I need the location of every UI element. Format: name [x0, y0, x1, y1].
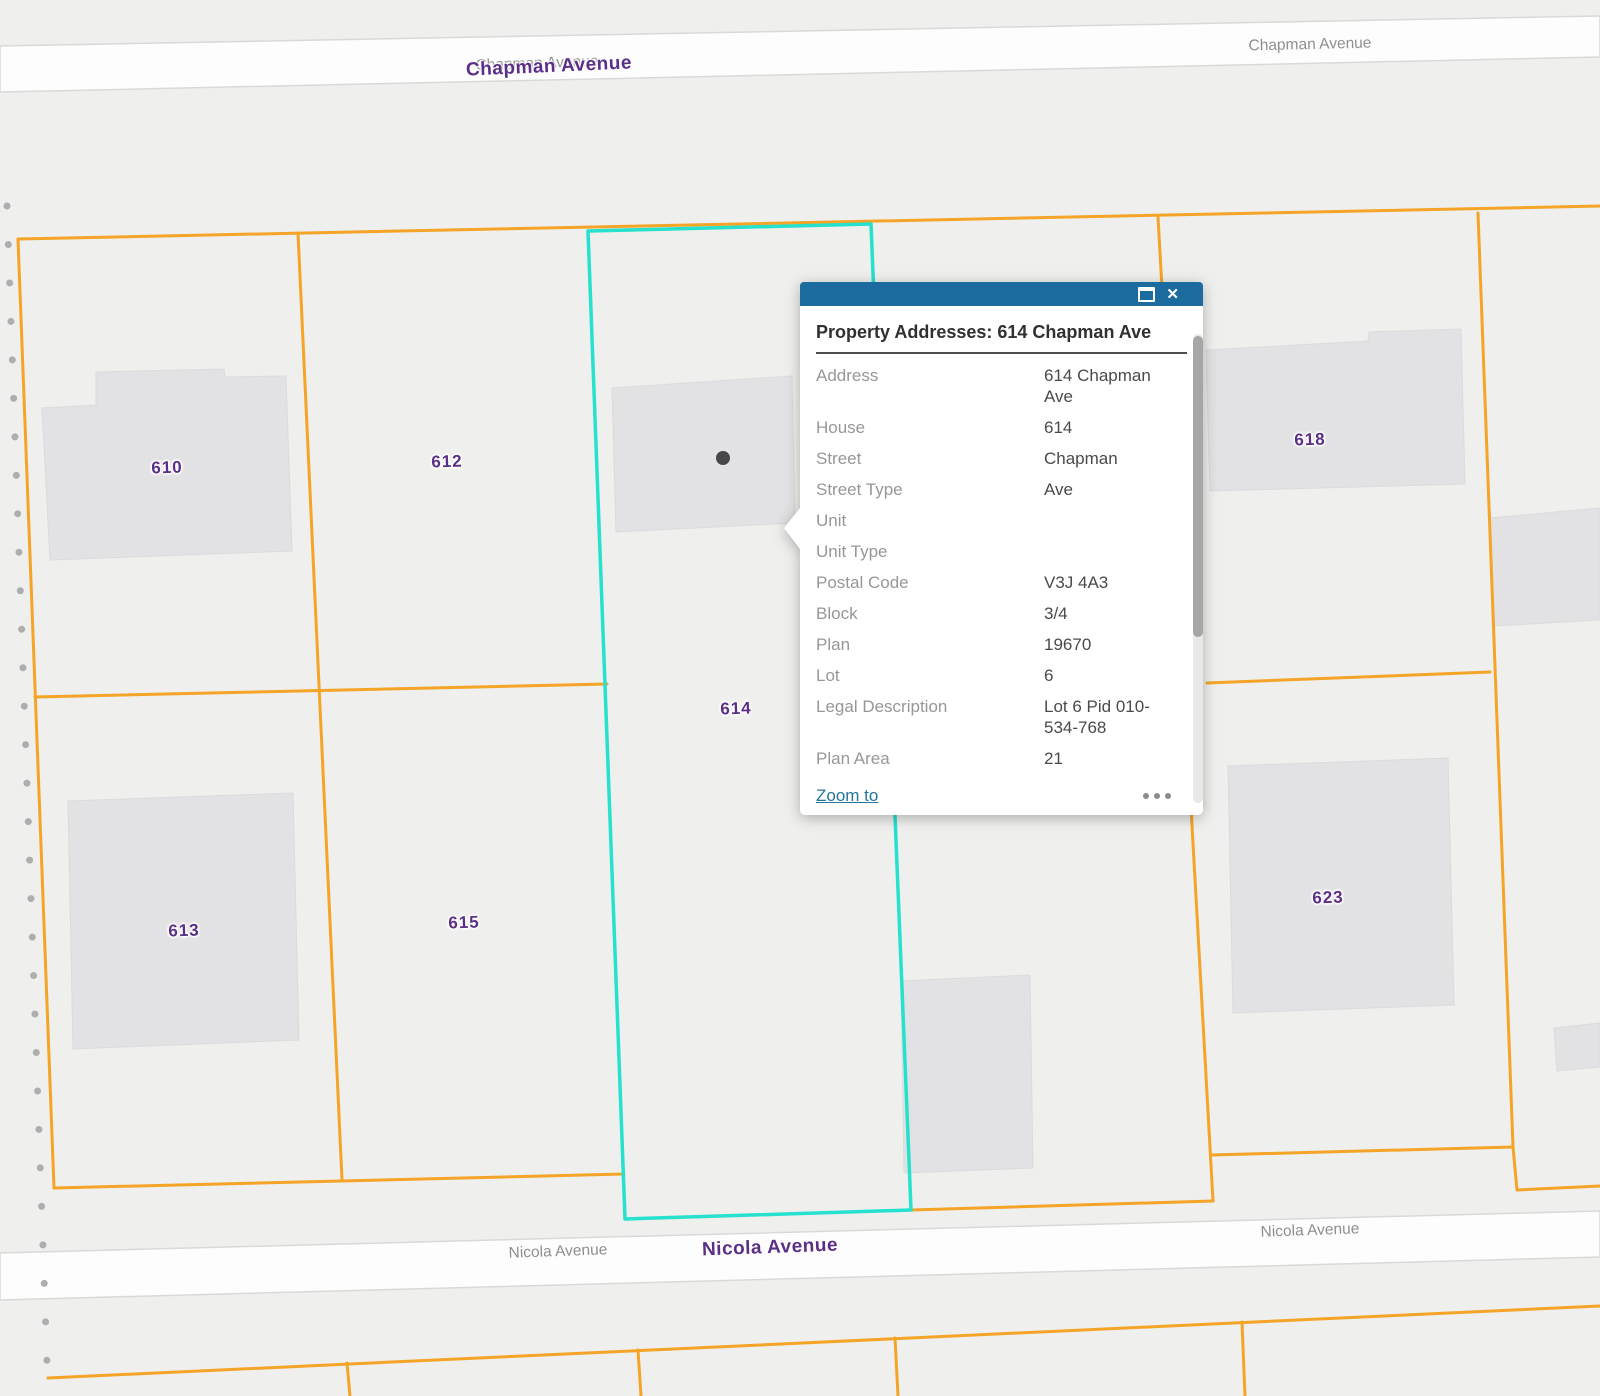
feature-popup: ✕ Property Addresses: 614 Chapman Ave Ad…: [800, 282, 1203, 815]
building-616: [901, 975, 1033, 1173]
field-row-house: House614: [816, 417, 1187, 438]
popup-divider: [816, 352, 1187, 354]
popup-title: Property Addresses: 614 Chapman Ave: [816, 322, 1187, 343]
parcel-label-612: 612: [431, 451, 463, 472]
parcel-label-618: 618: [1294, 429, 1326, 450]
field-row-postal-code: Postal CodeV3J 4A3: [816, 572, 1187, 593]
field-row-legal-description: Legal DescriptionLot 6 Pid 010-534-768: [816, 696, 1187, 738]
popup-fields: Address614 Chapman Ave House614 StreetCh…: [816, 365, 1187, 769]
building-618: [1206, 329, 1465, 491]
selected-point-marker: [716, 451, 730, 465]
street-label-nicola-avenue-right: Nicola Avenue: [1260, 1220, 1359, 1241]
field-row-unit-type: Unit Type: [816, 541, 1187, 562]
parcel-label-623: 623: [1312, 887, 1344, 908]
popup-body: Property Addresses: 614 Chapman Ave Addr…: [800, 306, 1203, 815]
field-row-block: Block3/4: [816, 603, 1187, 624]
popup-header: ✕: [800, 282, 1203, 306]
more-options-ellipsis-icon[interactable]: [1143, 793, 1171, 799]
field-row-unit: Unit: [816, 510, 1187, 531]
parcel-label-610: 610: [151, 457, 183, 478]
parcel-label-614: 614: [720, 698, 752, 719]
building-614: [612, 376, 795, 532]
parcel-label-613: 613: [168, 920, 200, 941]
parcel-label-615: 615: [448, 912, 480, 933]
popup-scrollbar-thumb[interactable]: [1193, 336, 1203, 637]
building-623: [1228, 758, 1454, 1013]
field-row-street: StreetChapman: [816, 448, 1187, 469]
field-row-lot: Lot6: [816, 665, 1187, 686]
field-row-plan: Plan19670: [816, 634, 1187, 655]
building-right-edge: [1490, 508, 1600, 626]
popup-scrollbar[interactable]: [1193, 334, 1203, 803]
field-row-street-type: Street TypeAve: [816, 479, 1187, 500]
popup-pointer-tail: [784, 508, 800, 549]
street-label-chapman-avenue-right: Chapman Avenue: [1248, 35, 1371, 56]
field-row-address: Address614 Chapman Ave: [816, 365, 1187, 407]
field-row-plan-area: Plan Area21: [816, 748, 1187, 769]
street-label-nicola-avenue-left: Nicola Avenue: [508, 1241, 607, 1262]
building-right-edge-small: [1554, 1023, 1600, 1071]
dock-icon[interactable]: [1138, 287, 1155, 302]
zoom-to-link[interactable]: Zoom to: [816, 786, 878, 806]
close-icon[interactable]: ✕: [1166, 287, 1179, 302]
